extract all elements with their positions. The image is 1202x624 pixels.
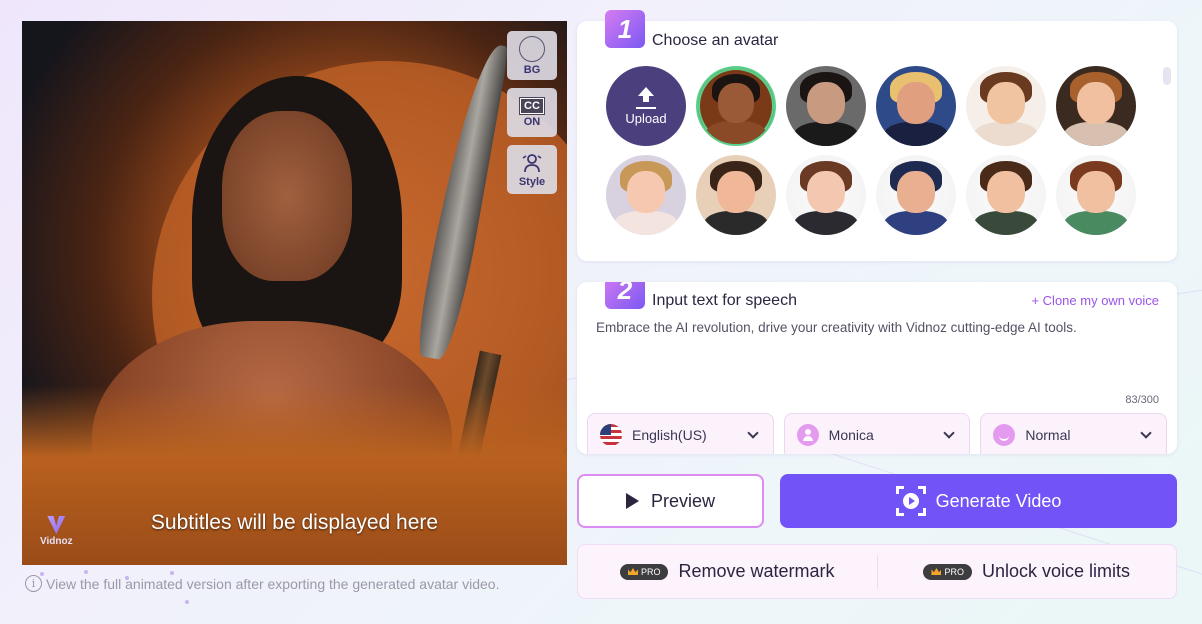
upload-label: Upload [625, 110, 667, 126]
cc-icon: CC [519, 96, 545, 115]
speech-input-title: Input text for speech [652, 292, 797, 309]
person-icon [796, 424, 819, 446]
export-note: i View the full animated version after e… [25, 575, 499, 592]
video-frame-play-icon [895, 486, 926, 516]
avatar-option-cartoon-woman-long-hair[interactable] [1056, 66, 1136, 146]
smile-icon [993, 424, 1016, 446]
character-counter: 83/300 [1125, 394, 1159, 406]
pro-features-bar: PRO Remove watermark PRO Unlock voice li… [577, 544, 1177, 599]
avatar-body [705, 121, 767, 144]
chevron-down-icon [747, 427, 759, 439]
avatar-body [884, 122, 948, 146]
avatar-preview: BG CC ON Style Subtitles will be display… [22, 21, 567, 565]
chevron-down-icon [1140, 427, 1152, 439]
unlock-voice-limits-button[interactable]: PRO Unlock voice limits [878, 561, 1177, 582]
style-person-icon [522, 153, 542, 172]
avatar-option-man-suit-red-tie[interactable] [876, 66, 956, 146]
language-select[interactable]: English(US) [587, 413, 774, 454]
pro-badge: PRO [619, 563, 669, 580]
avatar-body [794, 122, 858, 146]
us-flag-icon [600, 424, 622, 446]
avatar-face [986, 171, 1026, 213]
export-note-text: View the full animated version after exp… [46, 575, 500, 592]
crown-icon [627, 568, 638, 575]
background-label: BG [523, 63, 541, 76]
avatar-face [626, 171, 666, 213]
captions-toggle[interactable]: CC ON [507, 88, 557, 137]
pro-badge: PRO [923, 563, 972, 580]
speech-style-select[interactable]: Normal [980, 413, 1168, 454]
avatar-face [896, 171, 936, 213]
avatar-body [1064, 211, 1128, 235]
upload-avatar-button[interactable]: Upload [606, 66, 686, 146]
avatar-option-cartoon-man-glasses[interactable] [966, 155, 1046, 235]
background-dot [84, 570, 88, 574]
avatar-body [614, 211, 678, 235]
avatar-face [806, 82, 846, 124]
background-button[interactable]: BG [507, 31, 557, 80]
choose-avatar-title: Choose an avatar [652, 32, 779, 49]
vidnoz-watermark: Vidnoz [40, 516, 73, 547]
voice-value: Monica [828, 427, 874, 443]
preview-figure-head [222, 111, 352, 281]
speech-style-value: Normal [1025, 427, 1071, 443]
preview-ground [22, 385, 567, 565]
avatar-body [704, 211, 768, 235]
preview-tools: BG CC ON Style [507, 31, 557, 194]
step-2-badge: 2 [605, 282, 645, 309]
watermark-text: Vidnoz [40, 536, 73, 547]
avatar-option-cartoon-businesswoman[interactable] [786, 155, 866, 235]
pro-badge-text: PRO [944, 566, 964, 577]
play-icon [625, 493, 639, 509]
avatar-option-warrior[interactable] [696, 66, 776, 146]
avatar-grid: Upload [606, 66, 1136, 235]
unlock-voice-limits-label: Unlock voice limits [981, 561, 1131, 581]
avatar-face [716, 171, 756, 213]
chevron-down-icon [943, 427, 956, 439]
choose-avatar-card: 1 Choose an avatar Upload [577, 10, 1177, 261]
avatar-option-cartoon-man[interactable] [966, 66, 1046, 146]
circle-icon [519, 35, 545, 62]
avatar-face [1076, 171, 1116, 213]
avatar-face [896, 82, 936, 124]
remove-watermark-label: Remove watermark [678, 561, 835, 581]
clone-voice-link[interactable]: + Clone my own voice [1031, 293, 1159, 308]
info-icon: i [25, 575, 42, 592]
speech-input-card: 2 Input text for speech + Clone my own v… [577, 282, 1177, 454]
avatar-face [1076, 82, 1116, 124]
avatar-face [806, 171, 846, 213]
style-button[interactable]: Style [507, 145, 557, 194]
preview-button[interactable]: Preview [577, 474, 764, 528]
vidnoz-logo-icon [47, 516, 66, 534]
style-label: Style [518, 175, 546, 188]
avatar-body [1064, 122, 1128, 146]
background-dot [185, 600, 189, 604]
pro-badge-text: PRO [640, 566, 661, 577]
avatar-option-cartoon-teacher[interactable] [1056, 155, 1136, 235]
avatar-face [717, 83, 755, 123]
upload-icon [636, 86, 656, 109]
avatar-option-cartoon-girl-bun[interactable] [606, 155, 686, 235]
generate-video-button[interactable]: Generate Video [780, 474, 1177, 528]
avatar-option-cartoon-police-officer[interactable] [876, 155, 956, 235]
avatar-body [794, 211, 858, 235]
remove-watermark-button[interactable]: PRO Remove watermark [578, 561, 877, 582]
avatar-option-cartoon-boy-curly[interactable] [696, 155, 776, 235]
avatar-option-woman-dark-hair[interactable] [786, 66, 866, 146]
avatar-body [974, 122, 1038, 146]
captions-state-label: ON [523, 115, 541, 128]
generate-video-label: Generate Video [935, 490, 1062, 511]
voice-options: English(US) Monica Normal [587, 413, 1168, 454]
crown-icon [931, 568, 942, 575]
avatar-face [986, 82, 1026, 124]
subtitle-placeholder: Subtitles will be displayed here [150, 511, 439, 534]
voice-select[interactable]: Monica [783, 413, 971, 454]
avatar-body [974, 211, 1038, 235]
avatar-list-scrollbar[interactable] [1163, 67, 1171, 85]
step-1-badge: 1 [605, 10, 645, 48]
preview-label: Preview [650, 490, 716, 511]
speech-text-input[interactable]: Embrace the AI revolution, drive your cr… [596, 319, 1159, 337]
language-value: English(US) [632, 427, 707, 443]
avatar-body [884, 211, 948, 235]
